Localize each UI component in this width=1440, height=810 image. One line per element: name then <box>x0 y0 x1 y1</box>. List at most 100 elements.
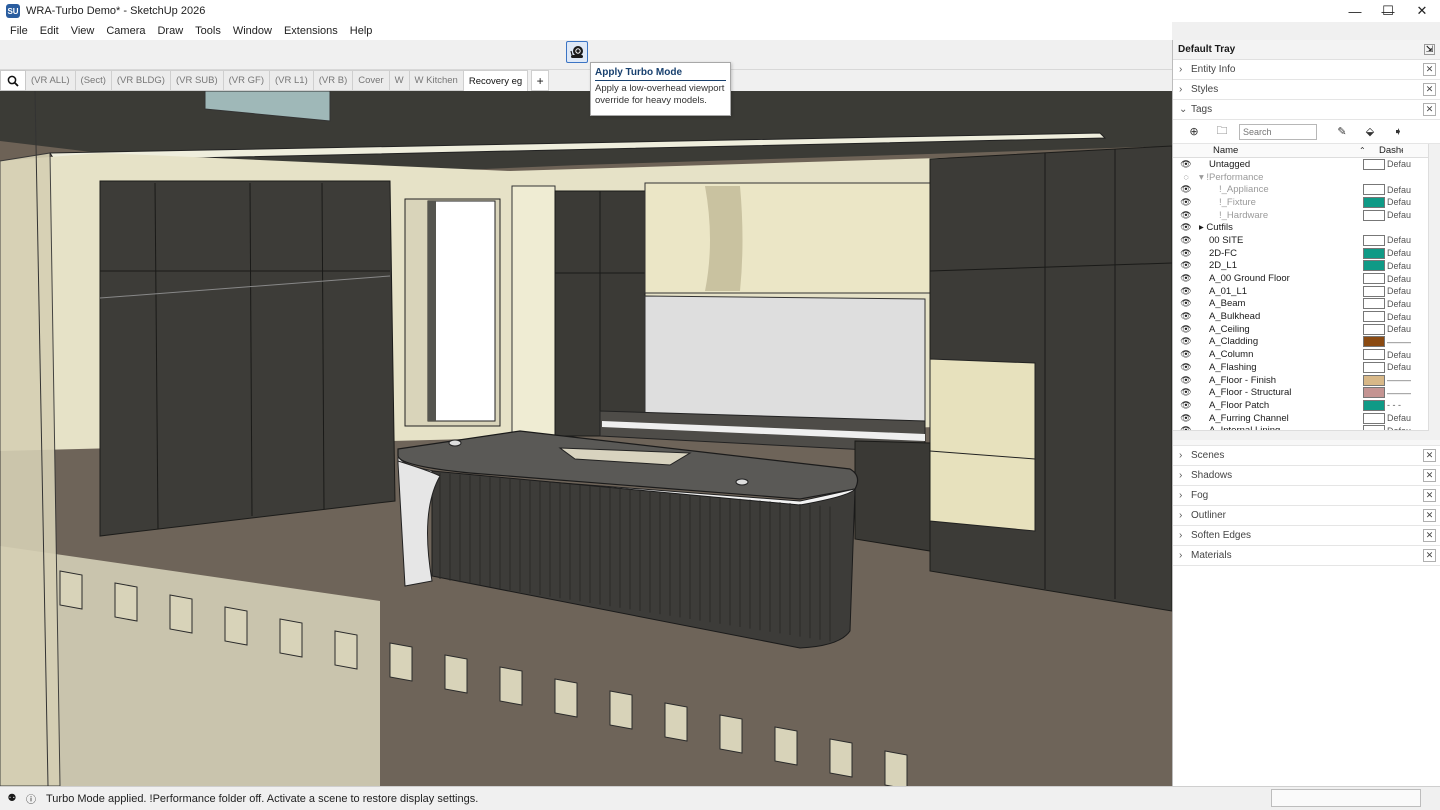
menu-file[interactable]: File <box>4 22 34 40</box>
tag-row[interactable]: 👁 A_Column Default <box>1173 348 1440 361</box>
tag-color-swatch[interactable] <box>1363 311 1385 323</box>
tag-tool-icon[interactable]: ⬙ <box>1359 123 1381 141</box>
tag-row[interactable]: 👁 ▸ Cutfils <box>1173 221 1440 234</box>
eye-icon[interactable]: 👁 <box>1173 210 1199 221</box>
menu-tools[interactable]: Tools <box>189 22 227 40</box>
menu-view[interactable]: View <box>65 22 101 40</box>
tag-row[interactable]: 👁 A_Bulkhead Default <box>1173 310 1440 323</box>
tag-row[interactable]: 👁 !_Appliance Default <box>1173 183 1440 196</box>
add-scene-button[interactable]: + <box>531 70 550 91</box>
close-icon[interactable]: ✕ <box>1423 449 1436 462</box>
eye-icon[interactable]: 👁 <box>1173 387 1199 398</box>
maximize-button[interactable]: ☐ <box>1371 0 1405 22</box>
tag-color-swatch[interactable] <box>1363 399 1385 411</box>
tag-row[interactable]: 👁 A_Furring Channel Default <box>1173 412 1440 425</box>
column-dashes-header[interactable]: Dashes <box>1377 145 1403 156</box>
tag-dash-style[interactable]: ——— <box>1385 337 1411 347</box>
tag-dash-style[interactable]: Default <box>1385 197 1411 207</box>
tag-row[interactable]: 👁 00 SITE Default <box>1173 234 1440 247</box>
tag-row[interactable]: 👁 2D-FC Default <box>1173 247 1440 260</box>
tag-color-swatch[interactable] <box>1363 234 1385 246</box>
panel-tags[interactable]: ⌄ Tags ✕ <box>1173 100 1440 120</box>
info-icon[interactable]: ⓘ <box>24 792 38 806</box>
turbo-mode-button[interactable] <box>566 41 588 63</box>
tag-row[interactable]: 👁 A_Floor - Structural ——— <box>1173 386 1440 399</box>
add-folder-icon[interactable]: 🗀 <box>1211 123 1233 141</box>
panel-soften-edges[interactable]: › Soften Edges ✕ <box>1173 526 1440 546</box>
eye-icon[interactable]: 👁 <box>1173 273 1199 284</box>
add-tag-icon[interactable]: ⊕ <box>1183 123 1205 141</box>
tag-row[interactable]: 👁 !_Hardware Default <box>1173 209 1440 222</box>
eye-icon[interactable]: 👁 <box>1173 413 1199 424</box>
panel-outliner[interactable]: › Outliner ✕ <box>1173 506 1440 526</box>
tag-dash-style[interactable]: ——— <box>1385 375 1411 385</box>
close-icon[interactable]: ✕ <box>1423 103 1436 116</box>
tag-dash-style[interactable]: Default <box>1385 210 1411 220</box>
tag-color-swatch[interactable] <box>1363 336 1385 348</box>
eye-icon[interactable]: 👁 <box>1173 324 1199 335</box>
tag-color-swatch[interactable] <box>1363 374 1385 386</box>
eye-icon[interactable]: 👁 <box>1173 349 1199 360</box>
tag-color-swatch[interactable] <box>1363 209 1385 221</box>
close-button[interactable]: ✕ <box>1405 0 1439 22</box>
color-by-tag-icon[interactable]: ✎ <box>1331 123 1353 141</box>
tag-color-swatch[interactable] <box>1363 412 1385 424</box>
scene-tab[interactable]: Recovery eg <box>463 70 529 91</box>
scene-tab[interactable]: Cover <box>353 70 390 91</box>
eye-icon[interactable]: 👁 <box>1173 235 1199 246</box>
tag-row[interactable]: 👁 A_Beam Default <box>1173 298 1440 311</box>
tag-row[interactable]: 👁 A_00 Ground Floor Default <box>1173 272 1440 285</box>
scene-tab[interactable]: W <box>389 70 410 91</box>
eye-icon[interactable]: 👁 <box>1173 222 1199 233</box>
scene-tab[interactable]: (VR L1) <box>270 70 314 91</box>
eye-icon[interactable]: 👁 <box>1173 260 1199 271</box>
tag-color-swatch[interactable] <box>1363 184 1385 196</box>
menu-edit[interactable]: Edit <box>34 22 65 40</box>
tag-dash-style[interactable]: Default <box>1385 312 1411 322</box>
column-name-header[interactable]: Name <box>1213 145 1359 156</box>
close-icon[interactable]: ✕ <box>1423 529 1436 542</box>
panel-entity-info[interactable]: › Entity Info ✕ <box>1173 60 1440 80</box>
tag-dash-style[interactable]: Default <box>1385 274 1411 284</box>
model-viewport[interactable] <box>0 91 1172 786</box>
tag-row[interactable]: 👁 2D_L1 Default <box>1173 260 1440 273</box>
sort-caret-icon[interactable]: ⌃ <box>1359 146 1377 155</box>
tag-dash-style[interactable]: Default <box>1385 286 1411 296</box>
tag-row[interactable]: 👁 Untagged Default <box>1173 158 1440 171</box>
eye-icon[interactable]: 👁 <box>1173 159 1199 170</box>
tag-color-swatch[interactable] <box>1363 158 1385 170</box>
scene-tab[interactable]: (VR BLDG) <box>111 70 171 91</box>
eye-icon[interactable]: 👁 <box>1173 311 1199 322</box>
panel-materials[interactable]: › Materials ✕ <box>1173 546 1440 566</box>
panel-fog[interactable]: › Fog ✕ <box>1173 486 1440 506</box>
tag-dash-style[interactable]: Default <box>1385 362 1411 372</box>
tags-vertical-scrollbar[interactable] <box>1428 144 1440 440</box>
menu-help[interactable]: Help <box>344 22 379 40</box>
scene-tab[interactable]: (VR B) <box>313 70 354 91</box>
tag-row[interactable]: 👁 A_Floor - Finish ——— <box>1173 374 1440 387</box>
close-icon[interactable]: ✕ <box>1423 469 1436 482</box>
tag-row[interactable]: 👁 A_Floor Patch - - - <box>1173 399 1440 412</box>
details-arrow-icon[interactable]: ➧ <box>1387 123 1409 141</box>
tag-dash-style[interactable]: Default <box>1385 324 1411 334</box>
tag-search-input[interactable] <box>1239 123 1317 140</box>
tag-color-swatch[interactable] <box>1363 285 1385 297</box>
menu-extensions[interactable]: Extensions <box>278 22 344 40</box>
eye-icon[interactable]: 👁 <box>1173 400 1199 411</box>
eye-icon[interactable]: 👁 <box>1173 286 1199 297</box>
close-icon[interactable]: ✕ <box>1423 509 1436 522</box>
eye-off-icon[interactable]: ◌ <box>1173 172 1199 182</box>
tag-dash-style[interactable]: Default <box>1385 235 1411 245</box>
scene-search-button[interactable] <box>0 70 26 91</box>
tag-dash-style[interactable]: Default <box>1385 413 1411 423</box>
tag-color-swatch[interactable] <box>1363 273 1385 285</box>
eye-icon[interactable]: 👁 <box>1173 336 1199 347</box>
scene-tab[interactable]: (VR SUB) <box>170 70 224 91</box>
tag-dash-style[interactable]: - - - <box>1385 400 1411 410</box>
eye-icon[interactable]: 👁 <box>1173 375 1199 386</box>
tag-color-swatch[interactable] <box>1363 323 1385 335</box>
scene-tab[interactable]: (VR ALL) <box>26 70 76 91</box>
close-icon[interactable]: ✕ <box>1423 63 1436 76</box>
panel-styles[interactable]: › Styles ✕ <box>1173 80 1440 100</box>
scene-tab[interactable]: (Sect) <box>75 70 112 91</box>
